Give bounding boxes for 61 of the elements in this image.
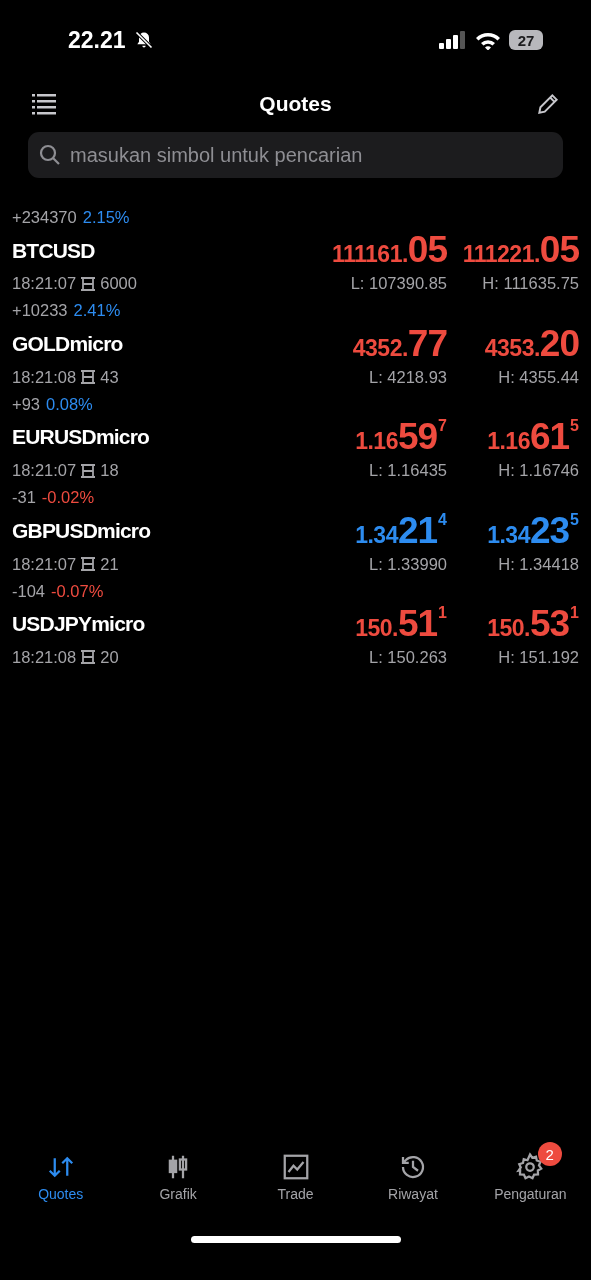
symbol-name: BTCUSD	[12, 238, 96, 263]
battery-level: 27	[517, 31, 535, 49]
low-price: L: 1.33990	[369, 554, 447, 574]
high-price: H: 1.34418	[498, 554, 579, 574]
tab-bar-item[interactable]: Riwayat	[354, 1140, 472, 1202]
tab-bar-item[interactable]: Pengaturan 2	[471, 1140, 590, 1202]
change-percent: -0.02%	[41, 488, 95, 508]
spread-icon	[80, 463, 97, 478]
change-points: -104	[12, 581, 46, 601]
spread-icon	[80, 370, 97, 385]
ask-price: 111221.05	[462, 231, 579, 269]
low-price: L: 107390.85	[350, 274, 447, 294]
low-price: L: 4218.93	[369, 367, 447, 387]
pencil-icon[interactable]	[535, 91, 561, 117]
quote-time: 18:21:08	[12, 367, 77, 387]
spread-value: 43	[100, 367, 119, 387]
wifi-icon	[475, 30, 501, 50]
change-points: +234370	[12, 208, 77, 227]
quote-time: 18:21:07	[12, 274, 77, 294]
high-price: H: 151.192	[498, 647, 579, 667]
low-price: L: 1.16435	[369, 461, 447, 481]
quote-time: 18:21:07	[12, 461, 77, 481]
spread-value: 20	[100, 647, 119, 667]
change-percent: 0.08%	[46, 394, 93, 414]
search-icon	[38, 143, 62, 167]
status-time: 22.21	[68, 26, 126, 54]
high-price: H: 4355.44	[498, 367, 579, 387]
bid-price: 4352.77	[352, 324, 447, 362]
spread-value: 6000	[100, 274, 137, 294]
spread-icon	[80, 557, 97, 572]
high-price: H: 111635.75	[482, 274, 579, 294]
page-title: Quotes	[259, 92, 332, 116]
symbol-name: GBPUSDmicro	[12, 518, 152, 543]
change-points: +10233	[12, 301, 68, 321]
tab-bar-item[interactable]: Trade	[236, 1140, 355, 1202]
spread-icon	[80, 650, 97, 665]
tab-bar-item[interactable]: Quotes	[2, 1140, 120, 1202]
low-price: L: 150.263	[369, 647, 447, 667]
change-percent: -0.07%	[51, 581, 104, 601]
symbol-name: EURUSDmicro	[12, 425, 151, 450]
list-icon[interactable]	[32, 93, 56, 115]
quote-time: 18:21:07	[12, 554, 77, 574]
signal-icon	[439, 31, 467, 49]
symbol-name: USDJPYmicro	[12, 612, 146, 637]
quote-time: 18:21:08	[12, 647, 77, 667]
high-price: H: 1.16746	[498, 461, 579, 481]
change-percent: 2.15%	[82, 208, 130, 227]
search-field[interactable]: masukan simbol untuk pencarian	[28, 132, 563, 178]
spread-value: 18	[100, 461, 119, 481]
notification-count: 2	[537, 1142, 562, 1166]
spread-value: 21	[100, 554, 119, 574]
spread-icon	[80, 276, 97, 291]
symbol-name: GOLDmicro	[12, 332, 124, 357]
bell-muted-icon	[133, 30, 154, 50]
settings-icon	[515, 1152, 546, 1182]
tab-bar-item[interactable]: Grafik	[119, 1140, 237, 1202]
change-percent: 2.41%	[73, 301, 121, 321]
bid-price: 111161.05	[332, 231, 447, 269]
ask-price: 4353.20	[484, 324, 579, 362]
change-points: +93	[12, 394, 40, 414]
change-points: -31	[12, 488, 36, 508]
